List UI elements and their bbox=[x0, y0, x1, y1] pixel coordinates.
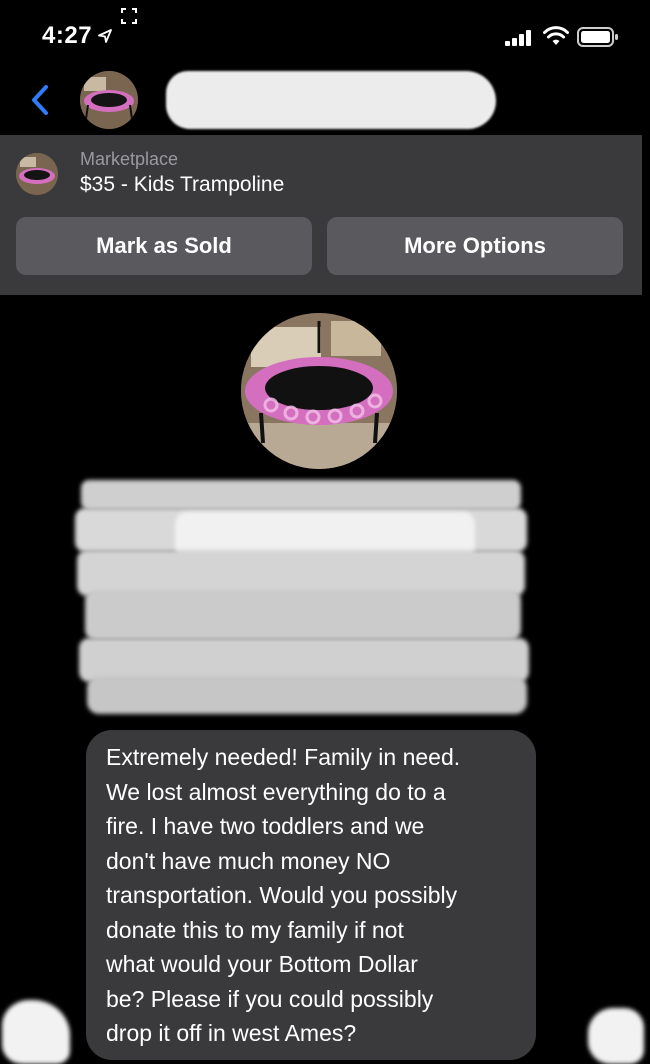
message-text: Extremely needed! Family in need. We los… bbox=[106, 744, 461, 1046]
signal-icon bbox=[505, 30, 531, 46]
more-options-button[interactable]: More Options bbox=[327, 217, 623, 275]
location-arrow-icon bbox=[98, 29, 112, 43]
trampoline-thumbnail-icon bbox=[16, 153, 58, 195]
trampoline-photo-icon bbox=[241, 313, 397, 469]
listing-image[interactable] bbox=[241, 313, 397, 469]
redacted-avatar-left bbox=[2, 1000, 70, 1064]
trampoline-thumbnail-icon bbox=[80, 71, 138, 129]
contact-name-redacted bbox=[166, 71, 496, 129]
status-bar: 4:27 bbox=[0, 0, 650, 70]
listing-thumbnail[interactable] bbox=[16, 153, 58, 195]
conversation-header bbox=[0, 68, 650, 134]
redacted-message bbox=[75, 472, 530, 717]
wifi-icon bbox=[543, 26, 569, 45]
marketplace-listing-panel: Marketplace $35 - Kids Trampoline Mark a… bbox=[0, 135, 642, 295]
marketplace-label: Marketplace bbox=[80, 149, 179, 169]
contact-avatar[interactable] bbox=[80, 71, 138, 129]
redacted-avatar-right bbox=[588, 1008, 644, 1064]
message-bubble[interactable]: Extremely needed! Family in need. We los… bbox=[86, 730, 536, 1060]
back-chevron-icon[interactable] bbox=[30, 84, 50, 116]
listing-title[interactable]: $35 - Kids Trampoline bbox=[80, 173, 284, 197]
status-time: 4:27 bbox=[42, 22, 93, 49]
battery-icon bbox=[577, 27, 618, 47]
mark-as-sold-button[interactable]: Mark as Sold bbox=[16, 217, 312, 275]
screen-record-icon bbox=[121, 8, 137, 24]
